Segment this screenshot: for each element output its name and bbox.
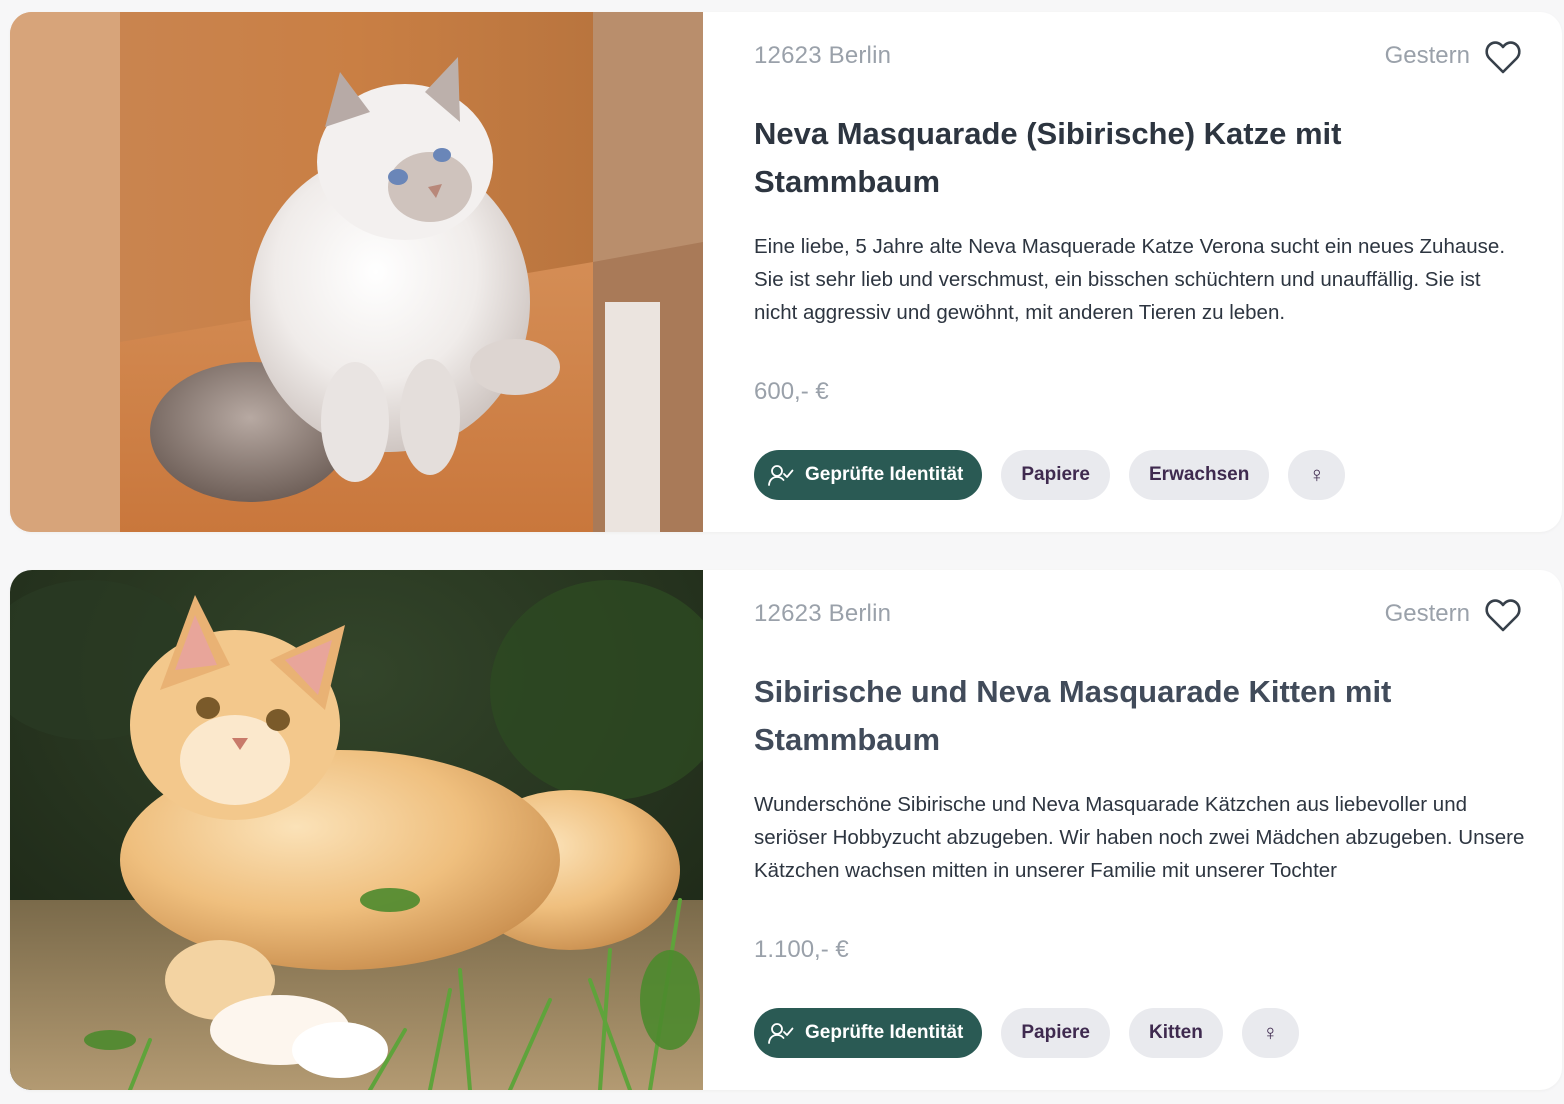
listing-photo[interactable] [10, 12, 703, 532]
listing-title[interactable]: Sibirische und Neva Masquarade Kitten mi… [754, 668, 1454, 764]
verified-identity-badge[interactable]: Geprüfte Identität [754, 450, 983, 500]
listing-tags: Geprüfte Identität Papiere Kitten ♀ [754, 1008, 1299, 1058]
listing-location: 12623 Berlin [754, 42, 892, 69]
listing-description: Eine liebe, 5 Jahre alte Neva Masquerade… [754, 235, 1506, 324]
heart-icon[interactable] [1484, 39, 1522, 75]
verified-identity-label: Geprüfte Identität [805, 1022, 964, 1043]
tag-age[interactable]: Erwachsen [1129, 450, 1270, 500]
listing-card[interactable]: 12623 Berlin Gestern Neva Masquarade (Si… [10, 12, 1562, 532]
listing-info: 12623 Berlin Gestern Neva Masquarade (Si… [754, 12, 1522, 532]
listing-photo[interactable] [10, 570, 703, 1090]
listing-date: Gestern [1384, 600, 1470, 627]
verified-identity-badge[interactable]: Geprüfte Identität [754, 1008, 983, 1058]
tag-papers[interactable]: Papiere [1001, 450, 1110, 500]
listing-price: 1.100,- € [754, 936, 849, 963]
female-icon[interactable]: ♀ [1241, 1008, 1299, 1058]
tag-age[interactable]: Kitten [1129, 1008, 1223, 1058]
verified-user-icon [768, 1023, 794, 1044]
listing-title[interactable]: Neva Masquarade (Sibirische) Katze mit S… [754, 110, 1454, 206]
female-icon[interactable]: ♀ [1288, 450, 1346, 500]
listing-info: 12623 Berlin Gestern Sibirische und Neva… [754, 570, 1524, 1090]
listing-card[interactable]: 12623 Berlin Gestern Sibirische und Neva… [10, 570, 1562, 1090]
listing-location: 12623 Berlin [754, 600, 892, 627]
heart-icon[interactable] [1484, 597, 1522, 633]
verified-user-icon [768, 465, 794, 486]
listing-list: 12623 Berlin Gestern Neva Masquarade (Si… [0, 0, 1564, 1104]
verified-identity-label: Geprüfte Identität [805, 464, 964, 485]
listing-description: Wunderschöne Sibirische und Neva Masquar… [754, 793, 1525, 882]
listing-date: Gestern [1384, 42, 1470, 69]
tag-papers[interactable]: Papiere [1001, 1008, 1110, 1058]
listing-price: 600,- € [754, 378, 829, 405]
listing-tags: Geprüfte Identität Papiere Erwachsen ♀ [754, 450, 1346, 500]
